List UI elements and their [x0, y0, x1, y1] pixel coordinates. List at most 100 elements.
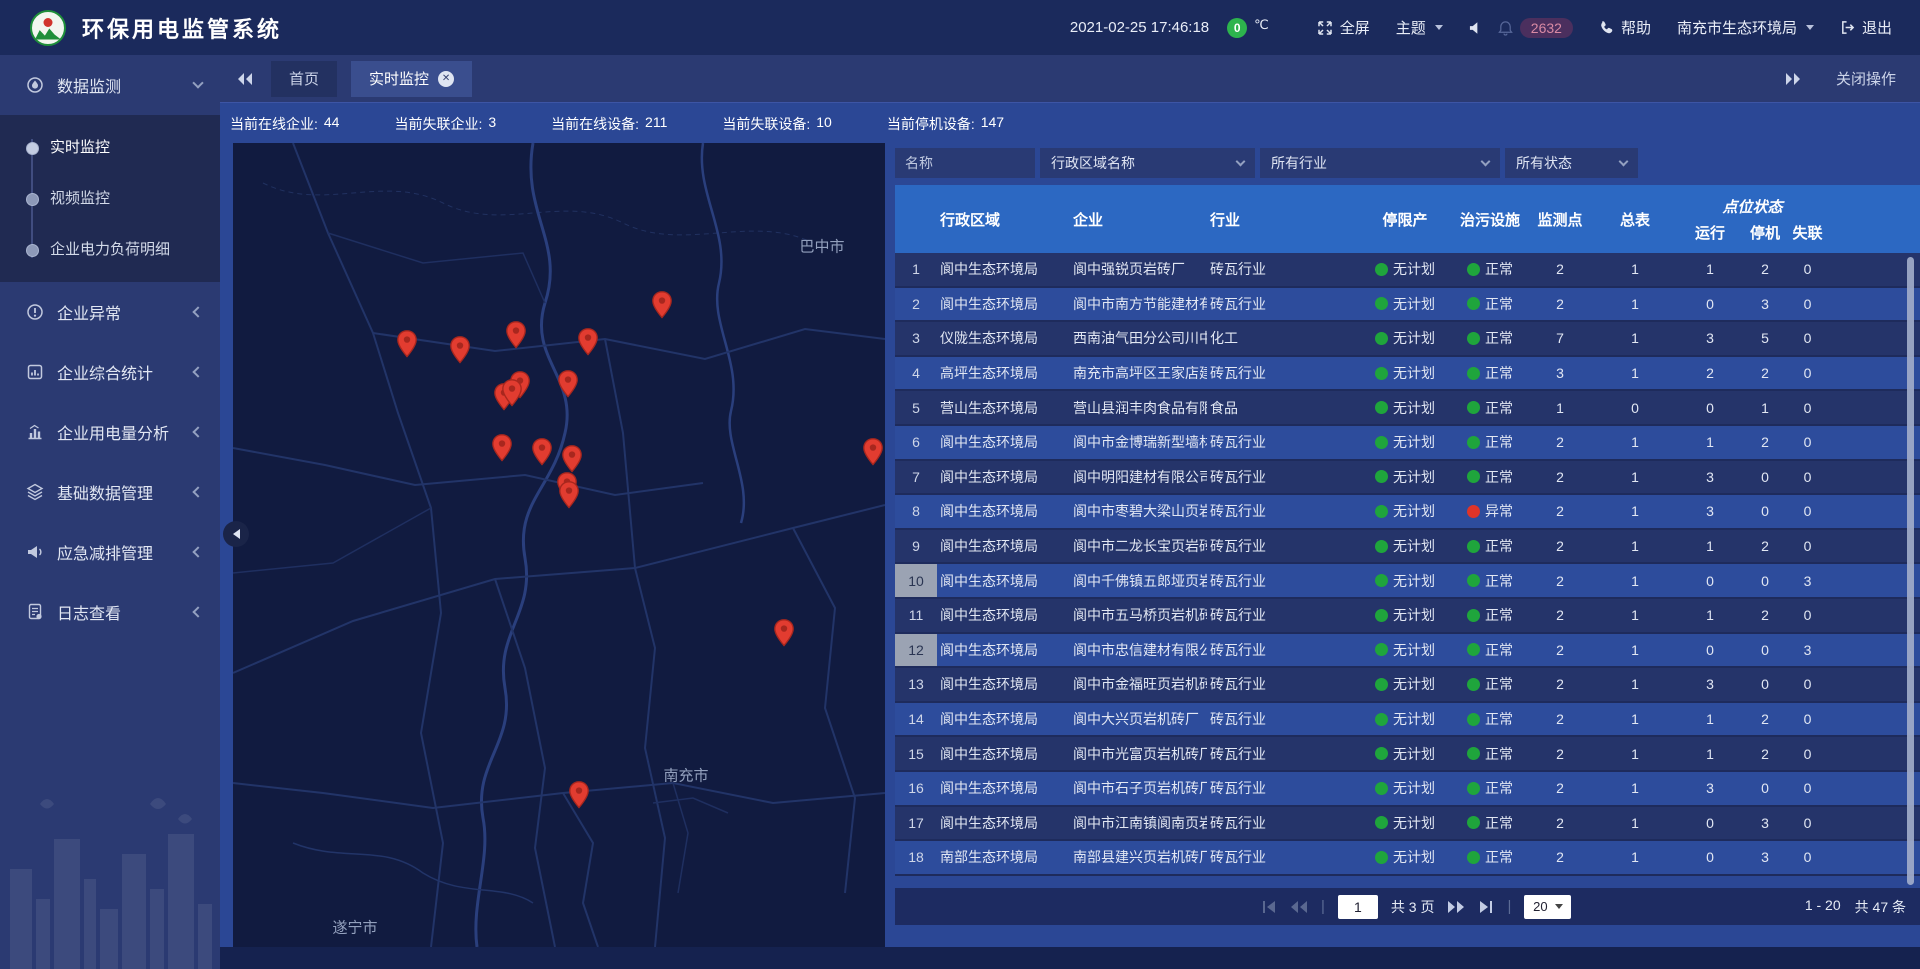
map-marker-pin[interactable]: [773, 619, 795, 647]
table-row[interactable]: 3 仪陇生态环境局 西南油气田分公司川中 化工 无计划 正常: [895, 322, 1920, 357]
table-row[interactable]: 9 阆中生态环境局 阆中市二龙长宝页岩砖 砖瓦行业 无计划 正常: [895, 530, 1920, 565]
row-running-cell: 0: [1675, 849, 1745, 865]
sidebar-item-enterprise-alert[interactable]: 企业异常: [0, 282, 220, 342]
table-row[interactable]: 12 阆中生态环境局 阆中市忠信建材有限公 砖瓦行业 无计划 正常: [895, 634, 1920, 669]
chevron-down-icon: [192, 77, 203, 88]
row-enterprise-cell: 阆中市南方节能建材有: [1070, 294, 1207, 314]
speaker-muted-icon: [1469, 21, 1482, 35]
sidebar-collapse-toggle[interactable]: [223, 521, 249, 547]
table-row[interactable]: 4 高坪生态环境局 南充市高坪区王家店建 砖瓦行业 无计划 正常: [895, 357, 1920, 392]
table-row[interactable]: 8 阆中生态环境局 阆中市枣碧大梁山页岩 砖瓦行业 无计划 异常: [895, 495, 1920, 530]
map-marker-pin[interactable]: [558, 481, 580, 509]
fullscreen-button[interactable]: 全屏: [1317, 17, 1370, 38]
gis-map[interactable]: 巴中市 南充市 遂宁市: [233, 143, 885, 947]
sidebar-item-label: 企业异常: [57, 300, 121, 324]
status-dot: [1467, 263, 1480, 276]
sidebar-item-log-view[interactable]: 日志查看: [0, 582, 220, 642]
close-operations-button[interactable]: 关闭操作: [1836, 68, 1896, 89]
map-marker-pin[interactable]: [531, 438, 553, 466]
name-search-input[interactable]: [895, 148, 1035, 178]
logout-button[interactable]: 退出: [1840, 17, 1892, 38]
notifications-button[interactable]: 2632: [1498, 18, 1573, 38]
table-scrollbar[interactable]: [1907, 257, 1914, 885]
table-row[interactable]: 6 阆中生态环境局 阆中市金博瑞新型墙材 砖瓦行业 无计划 正常: [895, 426, 1920, 461]
row-running-cell: 1: [1675, 434, 1745, 450]
table-row[interactable]: 11 阆中生态环境局 阆中市五马桥页岩机砖 砖瓦行业 无计划 正常: [895, 599, 1920, 634]
table-row[interactable]: 7 阆中生态环境局 阆中明阳建材有限公司 砖瓦行业 无计划 正常: [895, 461, 1920, 496]
table-row[interactable]: 5 营山生态环境局 营山县润丰肉食品有限 食品 无计划 正常: [895, 391, 1920, 426]
theme-dropdown[interactable]: 主题: [1396, 17, 1443, 38]
row-pollution-control-cell: 正常: [1455, 467, 1525, 487]
row-stopped-cell: 0: [1745, 780, 1785, 796]
logout-label: 退出: [1862, 17, 1892, 38]
table-row[interactable]: 16 阆中生态环境局 阆中市石子页岩机砖厂 砖瓦行业 无计划 正常: [895, 772, 1920, 807]
previous-page-icon[interactable]: [1290, 900, 1308, 914]
status-dot-green: [1375, 713, 1388, 726]
map-marker-pin[interactable]: [561, 445, 583, 473]
map-marker-pin[interactable]: [577, 328, 599, 356]
row-stopped-cell: 2: [1745, 607, 1785, 623]
table-row[interactable]: 13 阆中生态环境局 阆中市金福旺页岩机砖 砖瓦行业 无计划 正常: [895, 668, 1920, 703]
map-marker-pin[interactable]: [568, 781, 590, 809]
main-content: 当前在线企业: 44 当前失联企业: 3 当前在线设备: 211 当前失联设备:…: [220, 103, 1920, 947]
last-page-icon[interactable]: [1478, 900, 1494, 914]
table-row[interactable]: 10 阆中生态环境局 阆中千佛镇五郎垭页岩 砖瓦行业 无计划 正常: [895, 564, 1920, 599]
tabs-scroll-right-icon[interactable]: [1785, 72, 1802, 86]
tab-close-icon[interactable]: ✕: [438, 71, 454, 87]
row-stop-limit-cell: 无计划: [1355, 847, 1455, 867]
map-marker-pin[interactable]: [505, 321, 527, 349]
status-dot-green: [1375, 470, 1388, 483]
row-stop-limit-cell: 无计划: [1355, 744, 1455, 764]
sidebar-item-power-load-detail[interactable]: 企业电力负荷明细: [0, 223, 220, 274]
sidebar-item-enterprise-stats[interactable]: 企业综合统计: [0, 342, 220, 402]
sidebar-subitem-label: 企业电力负荷明细: [50, 238, 170, 259]
table-row[interactable]: 2 阆中生态环境局 阆中市南方节能建材有 砖瓦行业 无计划 正常: [895, 288, 1920, 323]
table-row[interactable]: 1 阆中生态环境局 阆中强锐页岩砖厂 砖瓦行业 无计划 正常: [895, 253, 1920, 288]
map-marker-pin[interactable]: [491, 434, 513, 462]
row-industry-cell: 砖瓦行业: [1207, 536, 1355, 556]
row-running-cell: 0: [1675, 400, 1745, 416]
column-header-monitor-points: 监测点: [1525, 209, 1595, 230]
table-row[interactable]: 14 阆中生态环境局 阆中大兴页岩机砖厂 砖瓦行业 无计划 正常: [895, 703, 1920, 738]
map-marker-pin[interactable]: [557, 370, 579, 398]
sidebar-item-data-monitor[interactable]: 数据监测: [0, 55, 220, 115]
row-offline-cell: 0: [1785, 780, 1830, 796]
row-region-cell: 高坪生态环境局: [937, 363, 1070, 383]
table-row[interactable]: 15 阆中生态环境局 阆中市光富页岩机砖厂 砖瓦行业 无计划 正常: [895, 737, 1920, 772]
sidebar-item-realtime-monitor[interactable]: 实时监控: [0, 121, 220, 172]
sidebar-item-emergency[interactable]: 应急减排管理: [0, 522, 220, 582]
row-offline-cell: 0: [1785, 538, 1830, 554]
row-total-meter-cell: 1: [1595, 538, 1675, 554]
page-size-select[interactable]: 20: [1524, 895, 1571, 919]
first-page-icon[interactable]: [1261, 900, 1277, 914]
next-page-icon[interactable]: [1447, 900, 1465, 914]
table-row[interactable]: 17 阆中生态环境局 阆中市江南镇阆南页岩 砖瓦行业 无计划 正常: [895, 807, 1920, 842]
page-number-input[interactable]: [1338, 895, 1378, 919]
mute-button[interactable]: [1469, 21, 1482, 35]
sidebar-item-base-data[interactable]: 基础数据管理: [0, 462, 220, 522]
tab-realtime-monitor[interactable]: 实时监控 ✕: [351, 61, 472, 97]
table-row[interactable]: 18 南部生态环境局 南部县建兴页岩机砖厂 砖瓦行业 无计划 正常: [895, 841, 1920, 876]
row-enterprise-cell: 阆中市二龙长宝页岩砖: [1070, 536, 1207, 556]
status-select[interactable]: 所有状态: [1505, 148, 1638, 178]
sidebar-item-power-analysis[interactable]: 企业用电量分析: [0, 402, 220, 462]
row-running-cell: 0: [1675, 815, 1745, 831]
map-marker-pin[interactable]: [651, 291, 673, 319]
row-monitor-points-cell: 2: [1525, 434, 1595, 450]
row-total-meter-cell: 1: [1595, 607, 1675, 623]
map-marker-pin[interactable]: [449, 336, 471, 364]
help-button[interactable]: 帮助: [1599, 17, 1651, 38]
row-stop-limit-cell: 无计划: [1355, 571, 1455, 591]
row-index-cell: 16: [895, 772, 937, 805]
industry-select[interactable]: 所有行业: [1260, 148, 1500, 178]
map-marker-pin[interactable]: [862, 438, 884, 466]
region-select[interactable]: 行政区域名称: [1040, 148, 1255, 178]
log-icon: [26, 603, 44, 621]
stat-value: 44: [324, 114, 340, 134]
map-marker-pin[interactable]: [501, 379, 523, 407]
tab-home[interactable]: 首页: [271, 61, 337, 97]
map-marker-pin[interactable]: [396, 330, 418, 358]
org-dropdown[interactable]: 南充市生态环境局: [1677, 17, 1814, 38]
sidebar-item-video-monitor[interactable]: 视频监控: [0, 172, 220, 223]
tabs-scroll-left-icon[interactable]: [236, 72, 253, 86]
